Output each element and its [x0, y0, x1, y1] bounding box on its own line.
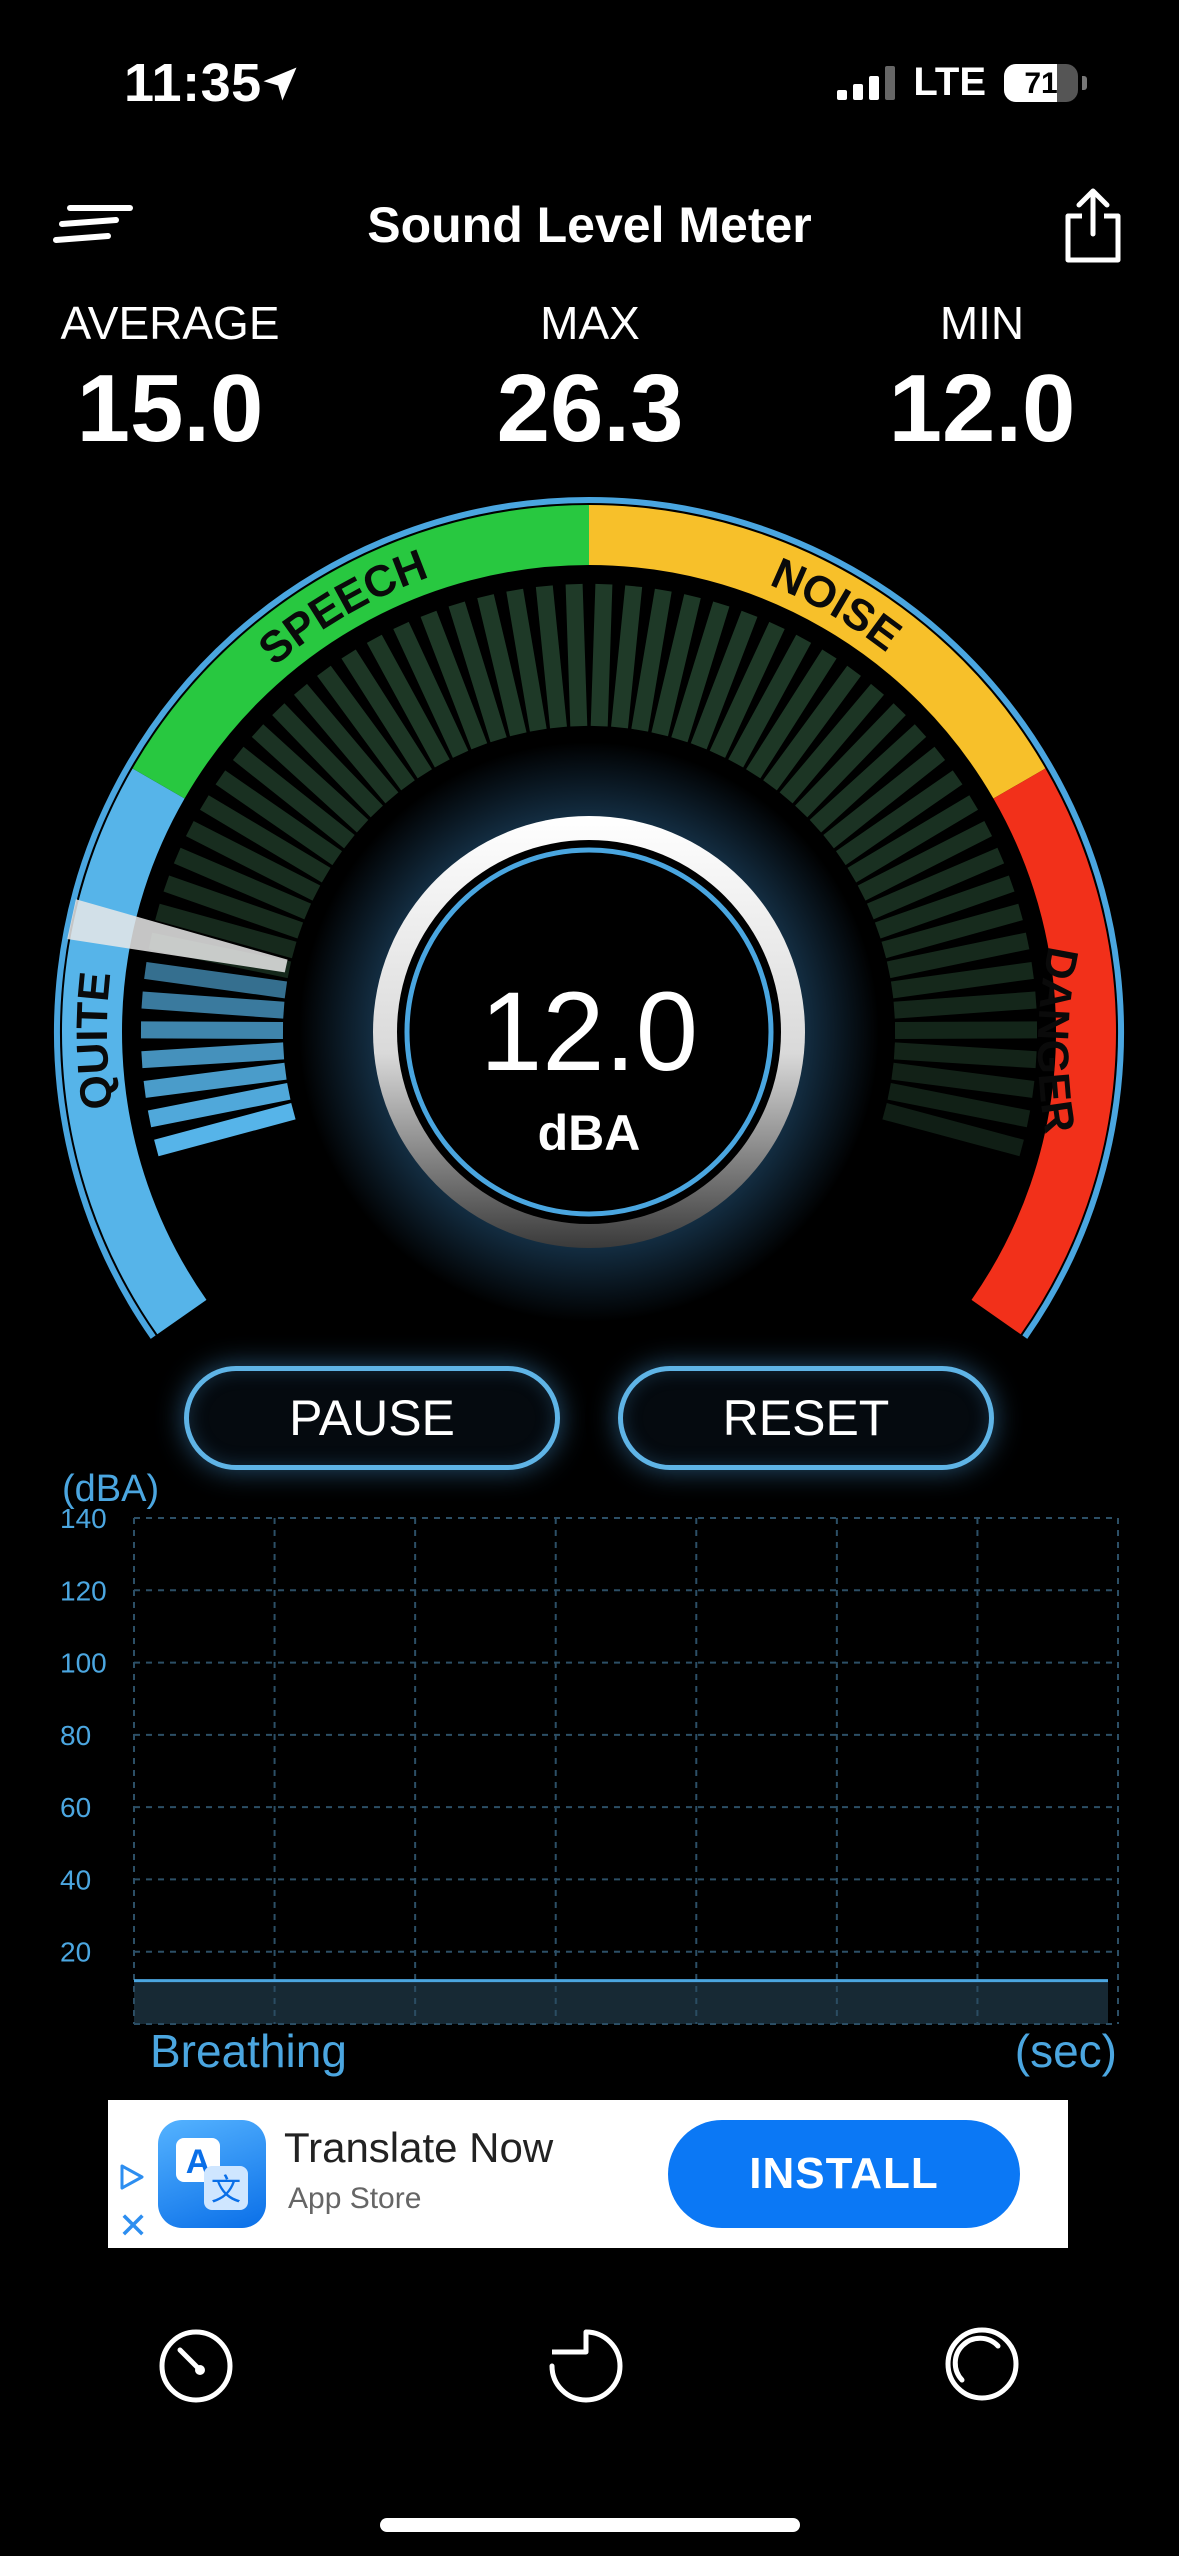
svg-text:文: 文: [211, 2173, 241, 2208]
network-type: LTE: [913, 60, 986, 104]
level-segment: [893, 1042, 1037, 1069]
pause-button[interactable]: PAUSE: [184, 1366, 560, 1470]
stat-average: AVERAGE 15.0: [20, 296, 320, 464]
min-label: MIN: [939, 297, 1025, 349]
page-title: Sound Level Meter: [367, 197, 812, 253]
reset-button[interactable]: RESET: [618, 1366, 994, 1470]
chart-y-tick-label: 120: [60, 1575, 107, 1606]
level-segment-lit: [143, 1062, 287, 1098]
level-segment-lit: [141, 1042, 285, 1069]
status-time: 11:35: [124, 53, 262, 113]
history-icon[interactable]: [544, 2322, 628, 2406]
average-value: 15.0: [76, 355, 264, 462]
max-label: MAX: [540, 297, 640, 349]
meter-icon[interactable]: [154, 2322, 238, 2406]
install-button[interactable]: INSTALL: [668, 2120, 1020, 2228]
home-indicator: [380, 2518, 800, 2532]
level-segment: [590, 583, 613, 727]
max-value: 26.3: [496, 355, 684, 462]
level-history-chart: 20 40 60 80 100 120 140: [60, 1503, 1119, 2025]
battery-percent: 71: [1024, 66, 1058, 100]
ad-banner[interactable]: ✕ A 文 Translate Now App Store INSTALL: [108, 2100, 1068, 2248]
level-segment-lit: [140, 1021, 284, 1039]
chart-y-tick-label: 20: [60, 1937, 91, 1968]
min-value: 12.0: [888, 355, 1076, 462]
chart-y-tick-label: 140: [60, 1503, 107, 1534]
chart-y-tick-label: 40: [60, 1864, 91, 1895]
chart-footer-label: Breathing: [150, 2025, 347, 2077]
level-segment: [894, 1021, 1038, 1039]
level-segment: [565, 583, 588, 727]
ad-close-icon[interactable]: ✕: [118, 2208, 148, 2244]
settings-icon[interactable]: [940, 2322, 1024, 2406]
battery-tip: [1082, 75, 1087, 90]
ad-choices-icon[interactable]: [116, 2162, 146, 2192]
level-segment: [535, 585, 567, 729]
status-indicators: LTE 71: [837, 60, 1087, 105]
chart-grid: [133, 1517, 1119, 2025]
stat-min: MIN 12.0: [832, 296, 1132, 464]
level-segment: [891, 1062, 1035, 1098]
battery-icon: 71: [1004, 63, 1078, 102]
location-arrow-icon: [263, 67, 297, 101]
level-segment: [611, 585, 643, 729]
chart-y-tick-label: 100: [60, 1648, 107, 1679]
current-level-value: 12.0: [480, 969, 698, 1094]
ad-app-name: Translate Now: [284, 2124, 554, 2171]
average-label: AVERAGE: [60, 297, 280, 349]
stat-max: MAX 26.3: [440, 296, 740, 464]
translate-app-icon[interactable]: A 文: [158, 2120, 266, 2228]
chart-y-tick-label: 80: [60, 1720, 91, 1751]
current-level-unit: dBA: [538, 1105, 641, 1161]
ad-source: App Store: [288, 2182, 422, 2215]
share-icon[interactable]: [1060, 186, 1126, 266]
level-segment: [893, 991, 1037, 1019]
chart-series-area: [134, 1980, 1108, 2024]
chart-y-ticks: 20 40 60 80 100 120 140: [60, 1503, 107, 1968]
chart-x-unit: (sec): [1014, 2025, 1117, 2077]
zone-quite-label: QUITE: [68, 970, 123, 1112]
signal-icon: [837, 65, 896, 100]
sound-gauge: QUITE SPEECH NOISE DANGER 12.0 dBA: [54, 497, 1124, 1339]
level-segment-lit: [141, 991, 285, 1019]
chart-y-tick-label: 60: [60, 1792, 91, 1823]
